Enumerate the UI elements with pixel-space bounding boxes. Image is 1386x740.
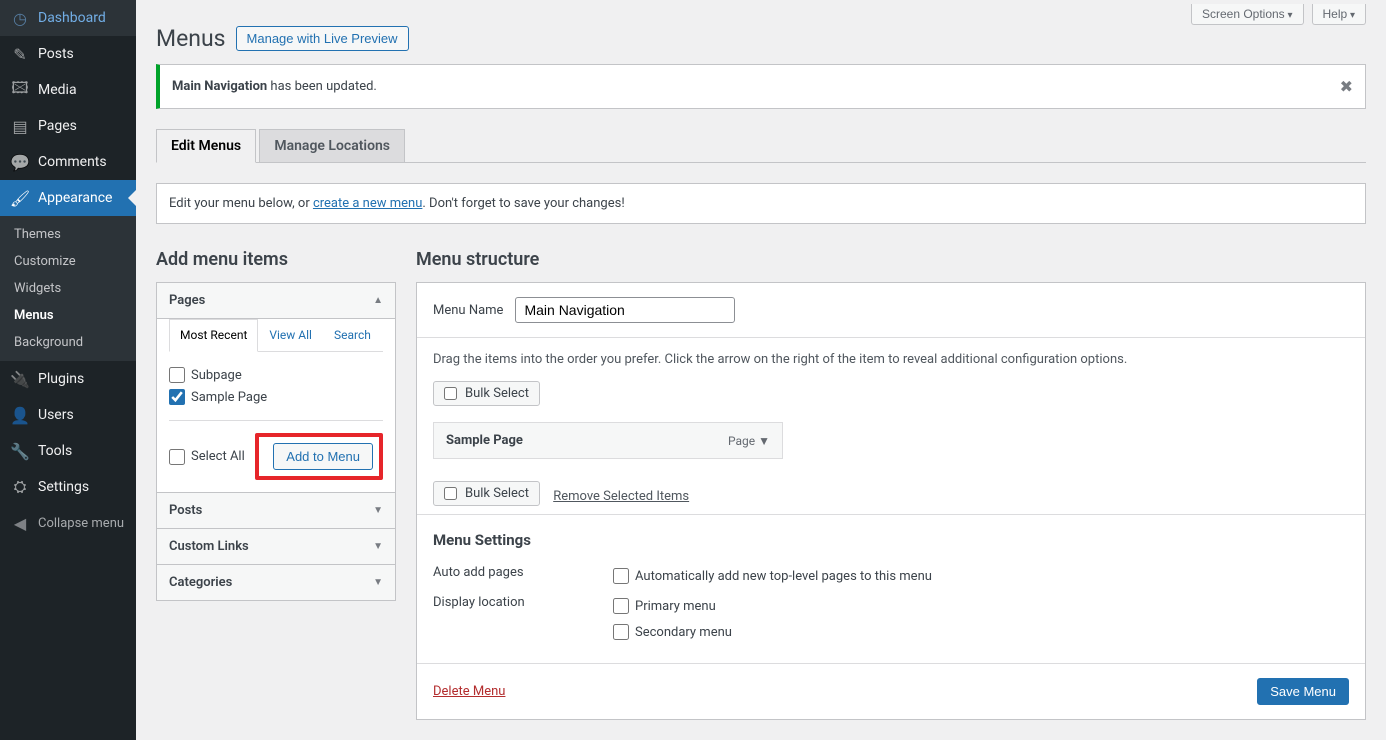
help-button[interactable]: Help (1312, 4, 1367, 25)
plugins-icon: 🔌 (10, 369, 30, 389)
menu-settings-title: Menu Settings (433, 531, 1349, 549)
subnav-background[interactable]: Background (0, 329, 136, 356)
menu-item-sample-page[interactable]: Sample Page Page ▼ (433, 422, 783, 459)
nav-comments[interactable]: 💬Comments (0, 144, 136, 180)
nav-settings[interactable]: ⛭Settings (0, 469, 136, 505)
add-to-menu-button[interactable]: Add to Menu (273, 443, 373, 470)
pages-icon: ▤ (10, 116, 30, 136)
save-menu-button[interactable]: Save Menu (1257, 678, 1349, 705)
add-menu-items-title: Add menu items (156, 249, 396, 270)
collapse-menu[interactable]: ◀Collapse menu (0, 505, 136, 541)
page-checkbox-sample-page[interactable] (169, 389, 185, 405)
instruction: Edit your menu below, or create a new me… (156, 183, 1366, 224)
subnav-themes[interactable]: Themes (0, 221, 136, 248)
select-all-checkbox[interactable] (169, 449, 185, 465)
nav-dashboard[interactable]: ◷Dashboard (0, 0, 136, 36)
admin-sidebar: ◷Dashboard ✎Posts 🖾Media ▤Pages 💬Comment… (0, 0, 136, 740)
location-primary-checkbox[interactable] (613, 598, 629, 614)
drag-instruction: Drag the items into the order you prefer… (417, 338, 1365, 373)
location-secondary-checkbox[interactable] (613, 624, 629, 640)
comments-icon: 💬 (10, 152, 30, 172)
annotation-highlight: Add to Menu (255, 433, 383, 480)
dashboard-icon: ◷ (10, 8, 30, 28)
media-icon: 🖾 (10, 80, 30, 100)
chevron-up-icon: ▲ (373, 295, 383, 306)
appearance-submenu: Themes Customize Widgets Menus Backgroun… (0, 216, 136, 361)
auto-add-label: Auto add pages (433, 565, 613, 587)
bulk-select-bottom[interactable]: Bulk Select (433, 481, 540, 506)
chevron-down-icon: ▼ (373, 541, 383, 552)
update-notice: Main Navigation has been updated. ✖ (156, 64, 1366, 109)
accordion-pages-header[interactable]: Pages▲ (157, 283, 395, 318)
subtab-view-all[interactable]: View All (258, 319, 323, 351)
chevron-down-icon: ▼ (373, 505, 383, 516)
users-icon: 👤 (10, 405, 30, 425)
nav-tabs: Edit Menus Manage Locations (156, 129, 1366, 163)
nav-users[interactable]: 👤Users (0, 397, 136, 433)
page-title: Menus (156, 25, 226, 52)
bulk-select-top[interactable]: Bulk Select (433, 381, 540, 406)
subtab-search[interactable]: Search (323, 319, 382, 351)
dismiss-icon[interactable]: ✖ (1340, 77, 1353, 96)
screen-options-button[interactable]: Screen Options (1191, 4, 1304, 25)
tab-manage-locations[interactable]: Manage Locations (259, 129, 405, 162)
settings-icon: ⛭ (10, 477, 30, 497)
collapse-icon: ◀ (10, 513, 30, 533)
accordion-categories[interactable]: Categories▼ (156, 565, 396, 601)
display-location-label: Display location (433, 595, 613, 643)
accordion-posts[interactable]: Posts▼ (156, 493, 396, 529)
tools-icon: 🔧 (10, 441, 30, 461)
subtab-most-recent[interactable]: Most Recent (169, 319, 258, 352)
menu-structure-panel: Menu Name Drag the items into the order … (416, 282, 1366, 720)
manage-live-preview-button[interactable]: Manage with Live Preview (236, 26, 409, 51)
chevron-down-icon[interactable]: ▼ (758, 434, 770, 448)
posts-icon: ✎ (10, 44, 30, 64)
nav-plugins[interactable]: 🔌Plugins (0, 361, 136, 397)
chevron-down-icon: ▼ (373, 577, 383, 588)
nav-tools[interactable]: 🔧Tools (0, 433, 136, 469)
tab-edit-menus[interactable]: Edit Menus (156, 129, 256, 163)
accordion-custom-links[interactable]: Custom Links▼ (156, 529, 396, 565)
subnav-widgets[interactable]: Widgets (0, 275, 136, 302)
appearance-icon: 🖌 (10, 188, 30, 208)
nav-pages[interactable]: ▤Pages (0, 108, 136, 144)
nav-media[interactable]: 🖾Media (0, 72, 136, 108)
nav-appearance[interactable]: 🖌Appearance (0, 180, 136, 216)
subnav-customize[interactable]: Customize (0, 248, 136, 275)
subnav-menus[interactable]: Menus (0, 302, 136, 329)
remove-selected-link[interactable]: Remove Selected Items (553, 489, 689, 504)
menu-name-input[interactable] (515, 297, 735, 323)
accordion-pages: Pages▲ Most Recent View All Search Subpa… (156, 282, 396, 493)
menu-structure-title: Menu structure (416, 249, 1366, 270)
auto-add-checkbox[interactable] (613, 568, 629, 584)
page-checkbox-subpage[interactable] (169, 367, 185, 383)
nav-posts[interactable]: ✎Posts (0, 36, 136, 72)
delete-menu-link[interactable]: Delete Menu (433, 684, 505, 699)
create-new-menu-link[interactable]: create a new menu (313, 196, 422, 211)
menu-name-label: Menu Name (433, 303, 503, 318)
